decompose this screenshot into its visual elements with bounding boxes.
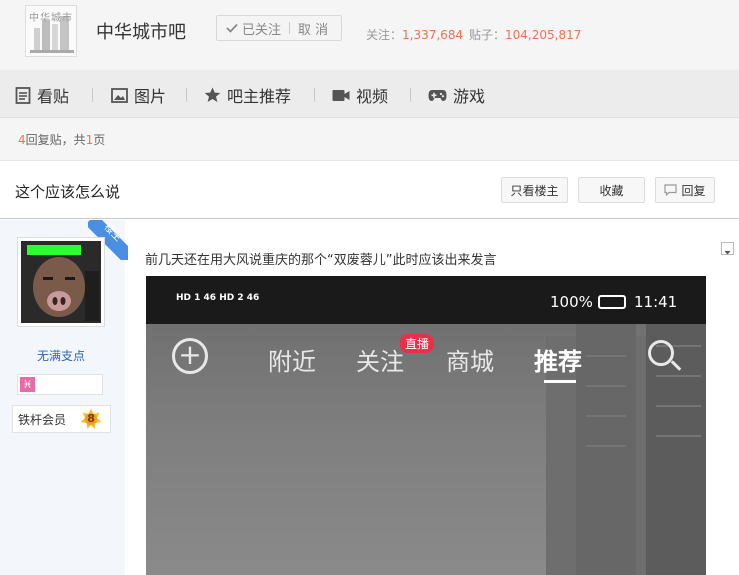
posts-stat-label: 贴子： (469, 28, 506, 42)
member-level[interactable]: 铁杆会员 8 (12, 405, 111, 433)
nav-divider (186, 88, 187, 102)
nav-tab-recommended[interactable]: 吧主推荐 (204, 83, 291, 107)
forum-header: 中华城市 中华城市吧 已关注 取 消 关注：1,337,684 贴子：104,2… (0, 0, 739, 70)
nav-label-posts: 看贴 (37, 87, 70, 106)
tab-nearby[interactable]: 附近 (268, 342, 316, 377)
page-text: 页 (93, 133, 106, 147)
live-badge: 直播 (400, 334, 435, 353)
tab-recommend[interactable]: 推荐 (534, 342, 582, 377)
nav-tab-games[interactable]: 游戏 (428, 83, 485, 107)
video-camera-icon (332, 89, 350, 101)
phone-status-bar: HD 1 46 HD 2 46 100% 11:41 (146, 276, 706, 324)
unfollow-button[interactable]: 取 消 (298, 19, 328, 38)
add-icon[interactable]: + (172, 338, 208, 374)
nav-label-games: 游戏 (453, 87, 486, 106)
reply-text: 回复贴，共 (25, 133, 86, 147)
divider (289, 22, 291, 34)
caret-down-icon (724, 251, 731, 255)
thread-title-bar: 这个应该怎么说 只看楼主 收藏 回复 (0, 161, 739, 219)
posts-stat: 贴子：104,205,817 (469, 26, 581, 43)
reply-button[interactable]: 回复 (655, 177, 715, 203)
search-icon-handle (670, 360, 682, 371)
forum-nav: 看贴 图片 吧主推荐 视频 游戏 (0, 70, 739, 118)
nav-tab-video[interactable]: 视频 (332, 83, 388, 107)
signal-status: HD 1 46 HD 2 46 (176, 293, 260, 303)
app-top-bar: + 附近 关注 直播 商城 推荐 (146, 324, 706, 394)
follow-count: 1,337,684 (402, 28, 464, 42)
zodiac-icon[interactable]: ♓ (20, 377, 35, 392)
author-icons: ♓ (17, 374, 103, 395)
favorite-button[interactable]: 收藏 (578, 177, 645, 203)
gamepad-icon (428, 89, 447, 101)
posts-count: 104,205,817 (505, 28, 582, 42)
checkmark-icon (226, 23, 238, 33)
forum-logo[interactable]: 中华城市 (25, 5, 77, 57)
post-image[interactable]: HD 1 46 HD 2 46 100% 11:41 + 附近 关注 直播 商城… (146, 276, 706, 575)
battery-percent: 100% (550, 293, 593, 311)
follow-stat-label: 关注： (366, 28, 403, 42)
followed-button: 已关注 (217, 19, 281, 38)
star-icon (204, 87, 221, 102)
nav-label-images: 图片 (134, 87, 167, 106)
follow-control: 已关注 取 消 (216, 15, 342, 41)
post-text: 前几天还在用大风说重庆的那个“双废蓉儿”此时应该出来发言 (145, 253, 497, 268)
reply-summary: 4回复贴，共1页 (0, 118, 739, 161)
image-icon (111, 87, 128, 103)
logo-text: 中华城市 (29, 13, 73, 24)
reply-label: 回复 (681, 183, 706, 198)
level-badge-icon: 8 (80, 408, 102, 430)
document-icon (15, 86, 31, 104)
only-op-button[interactable]: 只看楼主 (501, 177, 568, 203)
active-tab-underline (544, 380, 576, 383)
avatar[interactable] (17, 237, 105, 327)
nav-divider (410, 88, 411, 102)
phone-time: 11:41 (634, 293, 678, 311)
member-label: 铁杆会员 (18, 412, 67, 427)
author-username[interactable]: 无满支点 (0, 347, 122, 364)
nav-label-video: 视频 (356, 87, 389, 106)
nav-tab-images[interactable]: 图片 (111, 83, 166, 107)
tab-mall[interactable]: 商城 (446, 342, 494, 377)
reply-count: 4 (18, 133, 26, 147)
tab-following[interactable]: 关注 (356, 342, 404, 377)
member-level-number: 8 (87, 412, 95, 425)
post-menu-dropdown[interactable] (721, 242, 734, 255)
nav-tab-posts[interactable]: 看贴 (15, 83, 69, 107)
battery-icon (598, 295, 626, 309)
followed-label: 已关注 (242, 22, 282, 38)
comment-icon (664, 184, 678, 196)
thread-title: 这个应该怎么说 (15, 183, 121, 201)
nav-label-recommended: 吧主推荐 (227, 87, 292, 106)
nav-divider (314, 88, 315, 102)
forum-name[interactable]: 中华城市吧 (96, 18, 186, 44)
nav-divider (92, 88, 93, 102)
follow-stat: 关注：1,337,684 (366, 26, 463, 43)
